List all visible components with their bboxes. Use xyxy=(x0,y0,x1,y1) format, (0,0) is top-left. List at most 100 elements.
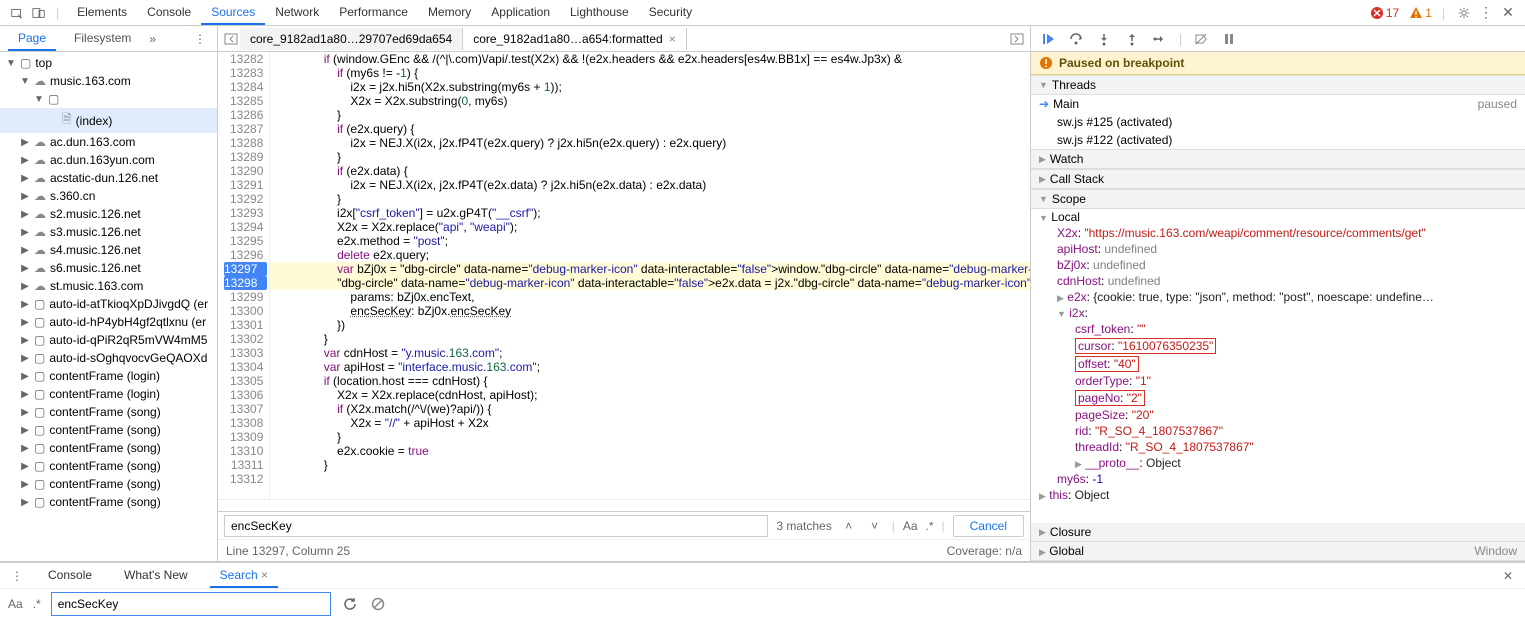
drawer-close-icon[interactable]: ✕ xyxy=(1499,567,1517,585)
step-icon[interactable] xyxy=(1151,30,1169,48)
line-number[interactable]: 13309 xyxy=(224,430,263,444)
thread-row[interactable]: sw.js #122 (activated) xyxy=(1031,131,1525,149)
tree-item[interactable]: ▶☁ac.dun.163.com xyxy=(0,133,217,151)
code-line[interactable]: if (X2x.match(/^\/(we)?api/)) { xyxy=(270,402,1030,416)
scope-entry[interactable]: offset: "40" xyxy=(1031,355,1525,373)
top-tab-application[interactable]: Application xyxy=(481,1,560,25)
scope-tree[interactable]: ▼ Local X2x: "https://music.163.com/weap… xyxy=(1031,209,1525,523)
resume-icon[interactable] xyxy=(1039,30,1057,48)
tree-item[interactable]: ▶▢contentFrame (song) xyxy=(0,457,217,475)
line-number[interactable]: 13297 xyxy=(224,262,267,276)
deactivate-bp-icon[interactable] xyxy=(1192,30,1210,48)
line-number[interactable]: 13306 xyxy=(224,388,263,402)
find-cancel-button[interactable]: Cancel xyxy=(953,515,1024,537)
line-number[interactable]: 13293 xyxy=(224,206,263,220)
thread-row[interactable]: ➔Mainpaused xyxy=(1031,95,1525,113)
global-section[interactable]: ▶ GlobalWindow xyxy=(1031,542,1525,561)
scope-entry[interactable]: orderType: "1" xyxy=(1031,373,1525,389)
line-number[interactable]: 13295 xyxy=(224,234,263,248)
pause-exceptions-icon[interactable] xyxy=(1220,30,1238,48)
drawer-tab-whatsnew[interactable]: What's New xyxy=(114,564,198,588)
code-line[interactable]: i2x = j2x.hi5n(X2x.substring(my6s + 1)); xyxy=(270,80,1030,94)
code-editor[interactable]: 1328213283132841328513286132871328813289… xyxy=(218,52,1030,499)
code-line[interactable]: params: bZj0x.encText, xyxy=(270,290,1030,304)
top-tab-security[interactable]: Security xyxy=(639,1,702,25)
line-number[interactable]: 13292 xyxy=(224,192,263,206)
find-input[interactable] xyxy=(224,515,768,537)
scope-entry[interactable]: my6s: -1 xyxy=(1031,471,1525,487)
scope-entry[interactable]: X2x: "https://music.163.com/weapi/commen… xyxy=(1031,225,1525,241)
code-line[interactable]: delete e2x.query; xyxy=(270,248,1030,262)
threads-section[interactable]: ▼Threads xyxy=(1031,75,1525,95)
line-number[interactable]: 13304 xyxy=(224,360,263,374)
drawer-menu-icon[interactable]: ⋮ xyxy=(8,567,26,585)
tree-item[interactable]: ▶☁s.360.cn xyxy=(0,187,217,205)
regex-toggle[interactable]: .* xyxy=(926,519,934,533)
tree-item[interactable]: ▶▢contentFrame (login) xyxy=(0,367,217,385)
code-line[interactable]: i2x = NEJ.X(i2x, j2x.fP4T(e2x.query) ? j… xyxy=(270,136,1030,150)
scope-entry[interactable]: bZj0x: undefined xyxy=(1031,257,1525,273)
code-line[interactable]: var bZj0x = "dbg-circle" data-name="debu… xyxy=(270,262,1030,276)
line-number[interactable]: 13283 xyxy=(224,66,263,80)
search-regex[interactable]: .* xyxy=(33,597,41,611)
code-line[interactable]: X2x = X2x.substring(0, my6s) xyxy=(270,94,1030,108)
line-number[interactable]: 13286 xyxy=(224,108,263,122)
code-line[interactable]: var apiHost = "interface.music.163.com"; xyxy=(270,360,1030,374)
line-number[interactable]: 13291 xyxy=(224,178,263,192)
code-line[interactable]: var cdnHost = "y.music.163.com"; xyxy=(270,346,1030,360)
code-line[interactable]: }) xyxy=(270,318,1030,332)
code-line[interactable]: } xyxy=(270,192,1030,206)
line-number[interactable]: 13307 xyxy=(224,402,263,416)
closure-section[interactable]: ▶Closure xyxy=(1031,523,1525,542)
tree-item[interactable]: ▶▢auto-id-sOghqvocvGeQAOXd xyxy=(0,349,217,367)
warning-count[interactable]: 1 xyxy=(1409,6,1432,20)
tree-item[interactable]: ▶☁st.music.163.com xyxy=(0,277,217,295)
settings-icon[interactable] xyxy=(1455,4,1473,22)
scope-entry[interactable]: threadId: "R_SO_4_1807537867" xyxy=(1031,439,1525,455)
line-number[interactable]: 13296 xyxy=(224,248,263,262)
tree-item[interactable]: ▶☁s4.music.126.net xyxy=(0,241,217,259)
tree-item[interactable]: ▶☁acstatic-dun.126.net xyxy=(0,169,217,187)
top-tab-memory[interactable]: Memory xyxy=(418,1,481,25)
line-number[interactable]: 13287 xyxy=(224,122,263,136)
line-number[interactable]: 13285 xyxy=(224,94,263,108)
more-icon[interactable]: ⋮ xyxy=(1477,4,1495,22)
scope-entry[interactable]: cdnHost: undefined xyxy=(1031,273,1525,289)
line-number[interactable]: 13308 xyxy=(224,416,263,430)
close-tab-icon[interactable]: × xyxy=(669,32,676,46)
code-line[interactable]: } xyxy=(270,458,1030,472)
tree-item[interactable]: ▶▢contentFrame (song) xyxy=(0,493,217,511)
line-number[interactable]: 13284 xyxy=(224,80,263,94)
tree-item[interactable]: ▼▢ xyxy=(0,90,217,108)
line-number[interactable]: 13310 xyxy=(224,444,263,458)
top-tab-sources[interactable]: Sources xyxy=(201,1,265,25)
line-number[interactable]: 13311 xyxy=(224,458,263,472)
clear-search-icon[interactable] xyxy=(369,595,387,613)
more-options-icon[interactable]: ⋮ xyxy=(191,30,209,48)
tree-item[interactable]: ▶☁s3.music.126.net xyxy=(0,223,217,241)
scope-entry[interactable]: pageSize: "20" xyxy=(1031,407,1525,423)
tree-item[interactable]: ▶▢contentFrame (song) xyxy=(0,475,217,493)
line-number[interactable]: 13301 xyxy=(224,318,263,332)
line-number[interactable]: 13298 xyxy=(224,276,267,290)
line-number[interactable]: 13288 xyxy=(224,136,263,150)
line-number[interactable]: 13300 xyxy=(224,304,263,318)
close-tab-icon[interactable]: × xyxy=(261,568,268,582)
code-line[interactable]: i2x = NEJ.X(i2x, j2x.fP4T(e2x.data) ? j2… xyxy=(270,178,1030,192)
code-line[interactable]: } xyxy=(270,108,1030,122)
top-tab-network[interactable]: Network xyxy=(265,1,329,25)
code-line[interactable]: if (e2x.data) { xyxy=(270,164,1030,178)
search-match-case[interactable]: Aa xyxy=(8,597,23,611)
drawer-tab-console[interactable]: Console xyxy=(38,564,102,588)
step-into-icon[interactable] xyxy=(1095,30,1113,48)
top-tab-console[interactable]: Console xyxy=(137,1,201,25)
line-number[interactable]: 13299 xyxy=(224,290,263,304)
code-line[interactable]: e2x.method = "post"; xyxy=(270,234,1030,248)
file-tab[interactable]: core_9182ad1a80…a654:formatted× xyxy=(463,28,687,50)
close-devtools-icon[interactable]: ✕ xyxy=(1499,4,1517,22)
thread-row[interactable]: sw.js #125 (activated) xyxy=(1031,113,1525,131)
watch-section[interactable]: ▶Watch xyxy=(1031,149,1525,169)
line-number[interactable]: 13289 xyxy=(224,150,263,164)
code-line[interactable]: X2x = X2x.replace("api", "weapi"); xyxy=(270,220,1030,234)
scope-entry[interactable]: ▶ __proto__: Object xyxy=(1031,455,1525,471)
